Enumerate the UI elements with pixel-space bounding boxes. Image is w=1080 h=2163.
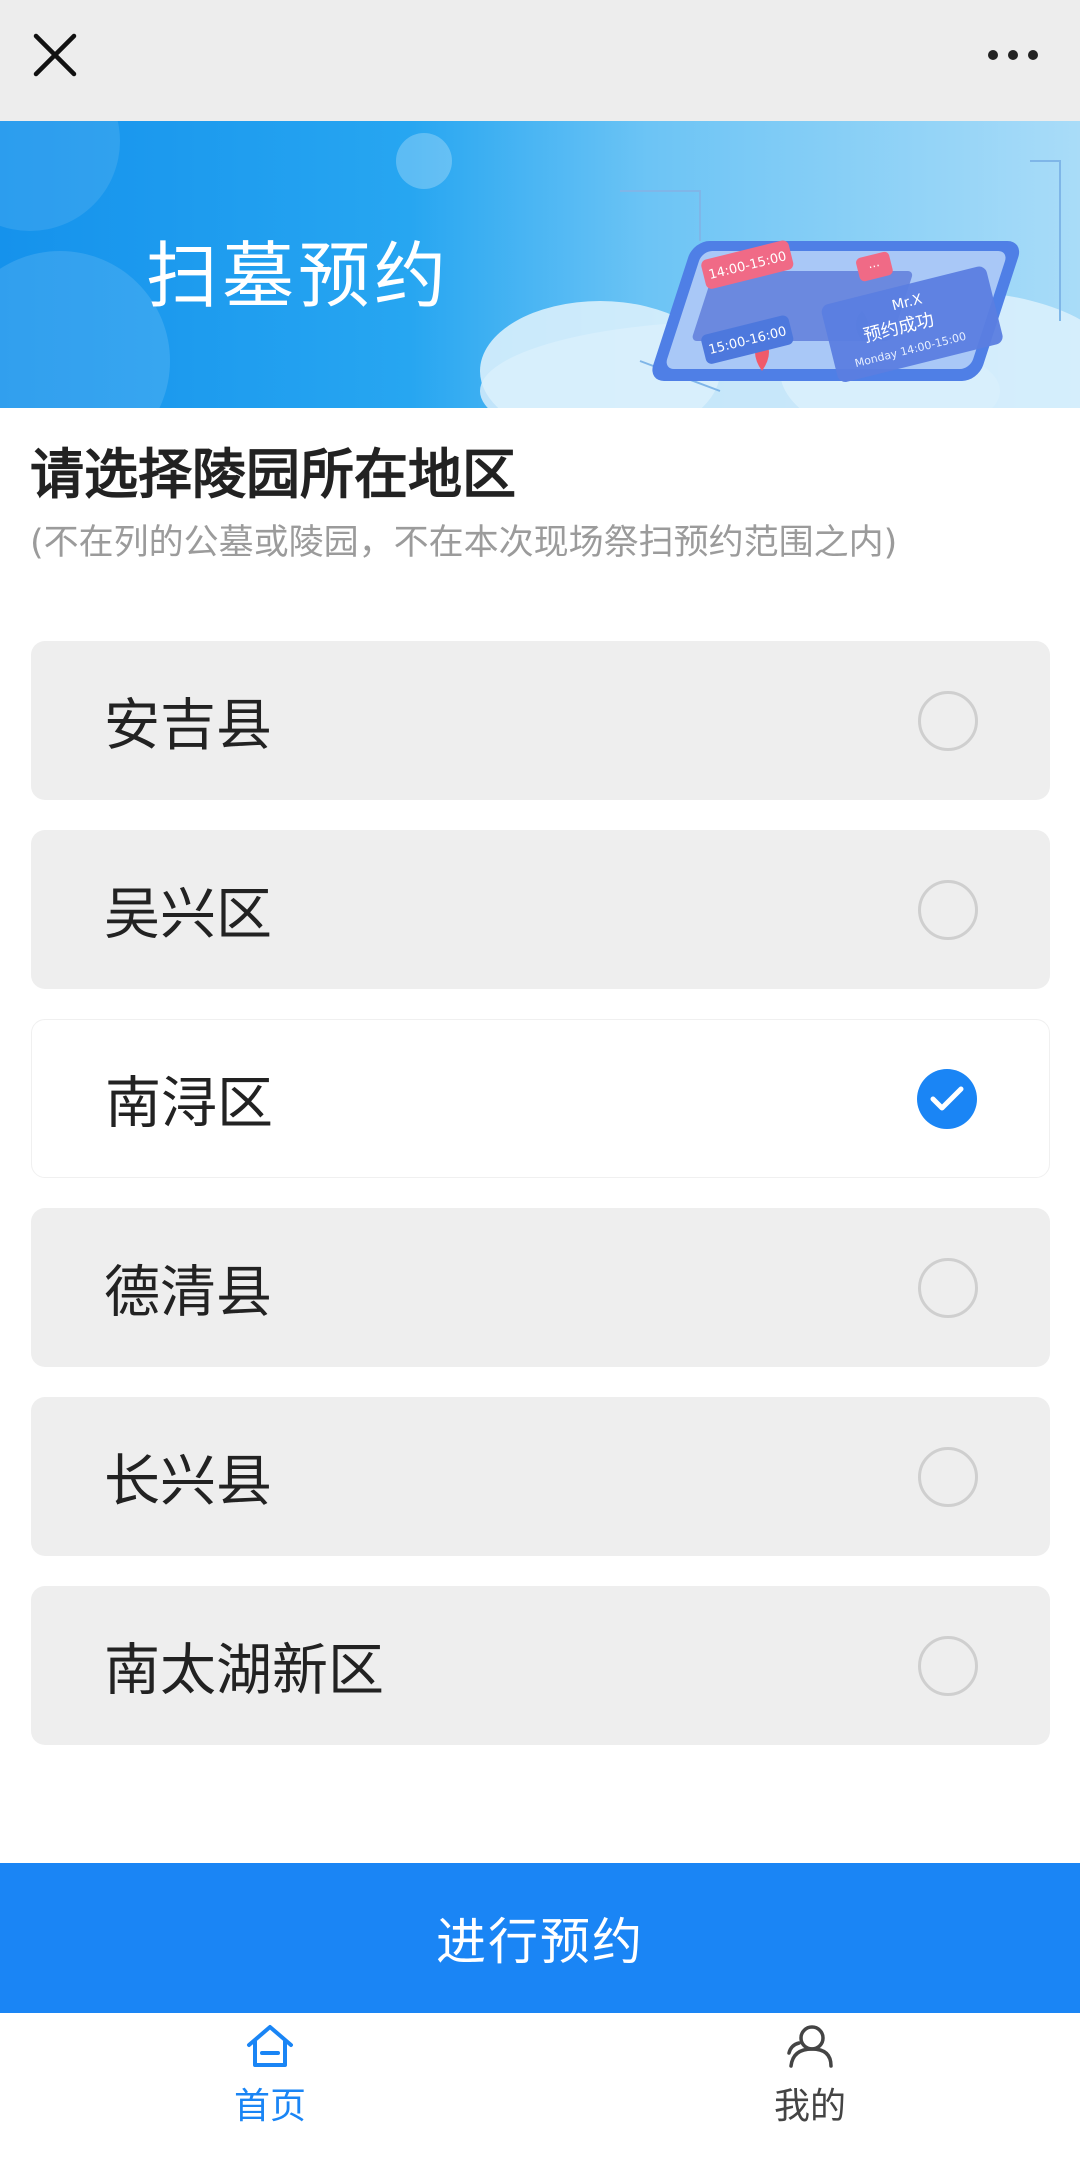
region-list: 安吉县 吴兴区 南浔区 德清县 长兴县 南太湖新区 [31,641,1050,1775]
page-subtitle: (不在列的公墓或陵园，不在本次现场祭扫预约范围之内) [30,523,898,563]
banner: 14:00-15:00 15:00-16:00 Mr.X 预约成功 Monday… [0,121,1080,408]
tab-mine-label: 我的 [773,2086,846,2127]
user-icon [787,2025,833,2068]
close-icon [33,33,77,77]
region-label: 吴兴区 [104,882,272,947]
region-option-nanxun[interactable]: 南浔区 [31,1019,1050,1178]
radio-unchecked-icon[interactable] [918,879,978,940]
region-option-nantaihu[interactable]: 南太湖新区 [31,1586,1050,1745]
page-title: 请选择陵园所在地区 [30,443,516,506]
region-label: 长兴县 [104,1449,272,1514]
tab-home-label: 首页 [233,2086,306,2127]
tab-bar: 首页 我的 [0,2013,1080,2163]
top-bar [0,0,1080,121]
region-option-deqing[interactable]: 德清县 [31,1208,1050,1367]
region-option-changxing[interactable]: 长兴县 [31,1397,1050,1556]
radio-unchecked-icon[interactable] [918,1446,978,1507]
close-button[interactable] [22,22,88,88]
checkmark-icon [930,1086,964,1110]
more-icon [988,50,1038,60]
home-icon [247,2025,293,2067]
radio-unchecked-icon[interactable] [918,690,978,751]
tab-home[interactable]: 首页 [170,2023,370,2163]
radio-unchecked-icon[interactable] [918,1257,978,1318]
radio-unchecked-icon[interactable] [918,1635,978,1696]
tab-mine[interactable]: 我的 [710,2023,910,2163]
radio-checked-icon[interactable] [917,1068,977,1129]
more-button[interactable] [968,22,1058,88]
region-label: 安吉县 [104,693,272,758]
region-label: 南太湖新区 [104,1638,384,1703]
reserve-button[interactable]: 进行预约 [0,1863,1080,2013]
region-label: 南浔区 [105,1071,273,1136]
region-option-wuxing[interactable]: 吴兴区 [31,830,1050,989]
region-option-anji[interactable]: 安吉县 [31,641,1050,800]
banner-title: 扫墓预约 [146,234,451,318]
region-label: 德清县 [104,1260,272,1325]
